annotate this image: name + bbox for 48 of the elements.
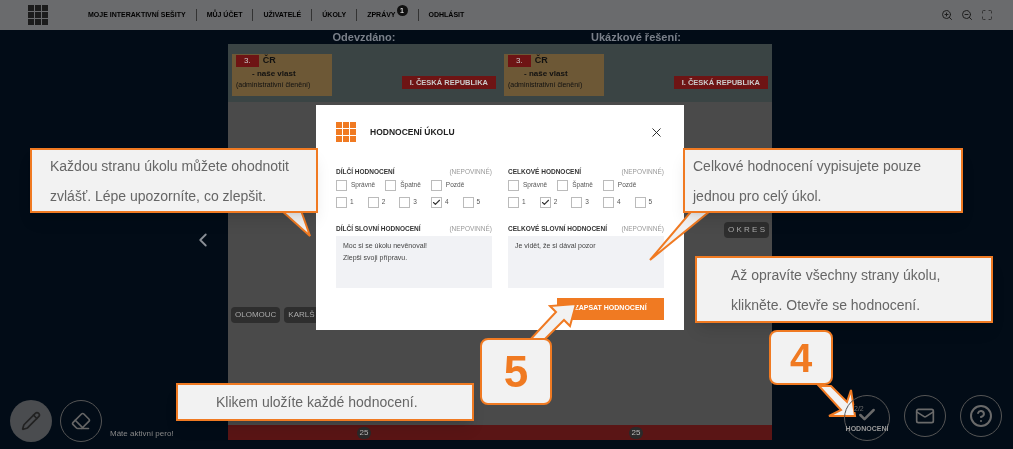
- pen-tool-button[interactable]: [10, 400, 52, 442]
- fullscreen-icon[interactable]: [981, 9, 993, 21]
- checkbox[interactable]: [602, 179, 614, 191]
- checkbox[interactable]: [367, 196, 379, 208]
- chapter-title: ČR: [262, 54, 276, 67]
- notification-badge: 1: [396, 5, 408, 16]
- page-caption: Odevzdáno:: [331, 31, 397, 44]
- checkbox[interactable]: [602, 196, 614, 208]
- checkbox[interactable]: [385, 179, 397, 191]
- chapter-subtitle: - naše vlast: [251, 67, 296, 80]
- checkbox[interactable]: [336, 179, 347, 191]
- chapter-subtitle: - naše vlast: [523, 67, 568, 80]
- worksheet-label: OLOMOUC: [231, 307, 281, 323]
- chapter-title: ČR: [534, 54, 548, 67]
- help-icon: [969, 404, 993, 428]
- step-badge: 4: [769, 330, 833, 385]
- pencil-icon: [21, 411, 41, 431]
- envelope-icon: [915, 406, 935, 426]
- page-number: 25: [356, 426, 372, 439]
- checkbox[interactable]: [571, 196, 583, 208]
- chapter-number: 3.: [236, 54, 259, 67]
- checkbox[interactable]: [462, 196, 474, 208]
- checkbox[interactable]: [399, 196, 411, 208]
- checkbox[interactable]: [430, 179, 442, 191]
- worksheet-label: KARLŠ: [284, 307, 319, 323]
- checkbox[interactable]: [557, 179, 569, 191]
- checkbox[interactable]: [508, 179, 519, 191]
- checkbox[interactable]: [336, 196, 347, 208]
- page-number: 25: [628, 426, 644, 439]
- logo-icon: [336, 122, 356, 142]
- step-badge: 5: [480, 338, 552, 405]
- zoom-out-icon[interactable]: [961, 9, 973, 21]
- zoom-in-icon[interactable]: [941, 9, 953, 21]
- page-caption: Ukázkové řešení:: [590, 31, 682, 44]
- dialog-title: HODNOCENÍ ÚKOLU: [370, 125, 455, 139]
- worksheet-label: O K R E S: [724, 222, 769, 238]
- callout: Až opravíte všechny strany úkolu, klikněte. Otevře se hodnocení.: [695, 256, 993, 323]
- check-icon: [540, 197, 550, 207]
- check-icon: [431, 197, 441, 207]
- status-text: Máte aktivní pero!: [110, 428, 174, 440]
- checkbox[interactable]: [508, 196, 519, 208]
- callout: Klikem uložíte každé hodnocení.: [176, 383, 474, 421]
- checkbox[interactable]: [634, 196, 646, 208]
- chapter-number: 3.: [508, 54, 531, 67]
- checkbox[interactable]: [539, 196, 551, 208]
- eraser-icon: [71, 411, 91, 431]
- checkbox[interactable]: [430, 196, 442, 208]
- logo-icon: [28, 5, 48, 25]
